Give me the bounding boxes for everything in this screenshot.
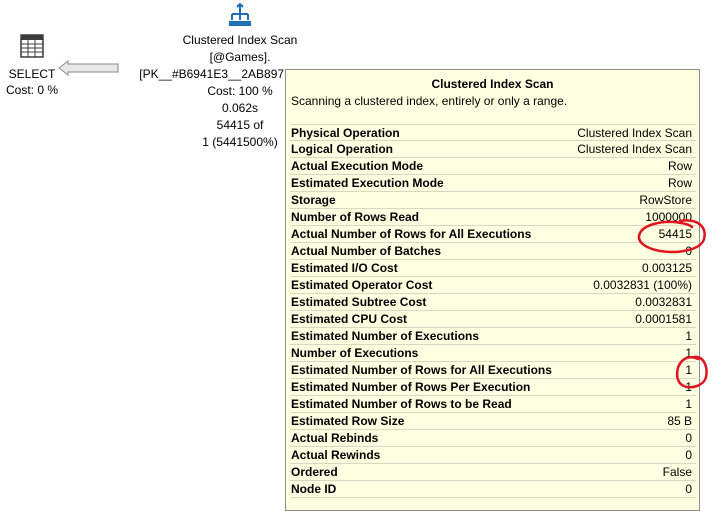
tooltip-row-label: Physical Operation bbox=[291, 125, 400, 140]
tooltip-row-label: Storage bbox=[291, 193, 336, 207]
tooltip-row-label: Actual Number of Rows for All Executions bbox=[291, 227, 532, 241]
tooltip-row-label: Number of Rows Read bbox=[291, 210, 420, 224]
select-result-icon bbox=[20, 34, 44, 58]
tooltip-row: Actual Number of Batches 0 bbox=[290, 243, 696, 260]
tooltip-row: Physical Operation Clustered Index Scan bbox=[290, 124, 696, 141]
tooltip-row-value: 0 bbox=[685, 244, 692, 258]
tooltip-row: Estimated Operator Cost 0.0032831 (100%) bbox=[290, 277, 696, 294]
tooltip-row-label: Node ID bbox=[291, 482, 337, 496]
tooltip-row: Actual Rebinds 0 bbox=[290, 430, 696, 447]
tooltip-properties-table: Physical Operation Clustered Index Scan Lo… bbox=[290, 124, 696, 498]
tooltip-row-label: Estimated Number of Rows for All Executi… bbox=[291, 363, 552, 377]
select-label: SELECT bbox=[8, 67, 56, 81]
tooltip-row: Number of Rows Read 1000000 bbox=[290, 209, 696, 226]
tooltip-row-value: 0 bbox=[685, 448, 692, 462]
tooltip-row-value: 0 bbox=[685, 482, 692, 496]
tooltip-row: Estimated Row Size 85 B bbox=[290, 413, 696, 430]
tooltip-row: Logical Operation Clustered Index Scan bbox=[290, 141, 696, 158]
tooltip-row-value: Row bbox=[667, 176, 692, 190]
tooltip-row-label: Estimated Row Size bbox=[291, 414, 405, 428]
tooltip-row-value: 0.0032831 bbox=[635, 295, 692, 309]
tooltip-row-label: Estimated I/O Cost bbox=[291, 261, 398, 275]
tooltip-row-value: 0.0001581 bbox=[635, 312, 692, 326]
tooltip-row-value: 85 B bbox=[667, 414, 692, 428]
tooltip-row-label: Estimated CPU Cost bbox=[291, 312, 408, 326]
tooltip-row-value: Clustered Index Scan bbox=[577, 142, 692, 156]
tooltip-row-value: 1 bbox=[685, 346, 692, 360]
tooltip-row-value: Row bbox=[667, 159, 692, 173]
tooltip-row: Ordered False bbox=[290, 464, 696, 481]
tooltip-row-label: Ordered bbox=[291, 465, 338, 479]
tooltip-row: Estimated Number of Rows for All Executi… bbox=[290, 362, 696, 379]
clustered-index-scan-icon bbox=[229, 2, 251, 26]
tooltip-row: Storage RowStore bbox=[290, 192, 696, 209]
tooltip-row-value: 0.0032831 (100%) bbox=[593, 278, 692, 292]
tooltip-row-label: Logical Operation bbox=[291, 142, 394, 156]
tooltip-row-value: 54415 bbox=[658, 227, 692, 241]
tooltip-row-value: RowStore bbox=[639, 193, 692, 207]
tooltip-row-label: Estimated Number of Rows to be Read bbox=[291, 397, 512, 411]
tooltip-row-value: 0 bbox=[685, 431, 692, 445]
tooltip-row-value: 1000000 bbox=[645, 210, 692, 224]
tooltip-row-label: Estimated Execution Mode bbox=[291, 176, 444, 190]
tooltip-row: Estimated Number of Rows to be Read 1 bbox=[290, 396, 696, 413]
tooltip-row-label: Actual Rebinds bbox=[291, 431, 379, 445]
tooltip-row: Estimated CPU Cost 0.0001581 bbox=[290, 311, 696, 328]
tooltip-row: Estimated Number of Executions 1 bbox=[290, 328, 696, 345]
select-node[interactable]: SELECT Cost: 0 % bbox=[0, 34, 64, 98]
tooltip-row: Number of Executions 1 bbox=[290, 345, 696, 362]
tooltip-row-label: Estimated Operator Cost bbox=[291, 278, 433, 292]
tooltip-row-value: 1 bbox=[685, 329, 692, 343]
tooltip-row-label: Estimated Subtree Cost bbox=[291, 295, 427, 309]
tooltip-row-label: Actual Execution Mode bbox=[291, 159, 424, 173]
tooltip-row: Actual Number of Rows for All Executions… bbox=[290, 226, 696, 243]
tooltip-row-value: Clustered Index Scan bbox=[577, 125, 692, 140]
operator-tooltip: Clustered Index Scan Scanning a clustere… bbox=[285, 69, 700, 511]
tooltip-row: Estimated I/O Cost 0.003125 bbox=[290, 260, 696, 277]
tooltip-row: Node ID 0 bbox=[290, 481, 696, 498]
tooltip-title: Clustered Index Scan bbox=[431, 77, 554, 91]
tooltip-row-value: 1 bbox=[685, 397, 692, 411]
select-cost: Cost: 0 % bbox=[5, 83, 59, 97]
tooltip-row: Estimated Execution Mode Row bbox=[290, 175, 696, 192]
tooltip-row-value: 1 bbox=[685, 363, 692, 377]
tooltip-row: Actual Execution Mode Row bbox=[290, 158, 696, 175]
tooltip-description: Scanning a clustered index, entirely or … bbox=[291, 94, 568, 108]
tooltip-row-value: False bbox=[662, 465, 692, 479]
tooltip-row-label: Actual Number of Batches bbox=[291, 244, 442, 258]
tooltip-row-label: Estimated Number of Executions bbox=[291, 329, 480, 343]
tooltip-row: Actual Rewinds 0 bbox=[290, 447, 696, 464]
tooltip-row-value: 1 bbox=[685, 380, 692, 394]
scan-node-name: Clustered Index Scan bbox=[182, 33, 298, 47]
tooltip-row-label: Number of Executions bbox=[291, 346, 419, 360]
tooltip-row: Estimated Number of Rows Per Execution 1 bbox=[290, 379, 696, 396]
tooltip-row: Estimated Subtree Cost 0.0032831 bbox=[290, 294, 696, 311]
tooltip-row-label: Estimated Number of Rows Per Execution bbox=[291, 380, 531, 394]
tooltip-row-value: 0.003125 bbox=[641, 261, 692, 275]
tooltip-row-label: Actual Rewinds bbox=[291, 448, 381, 462]
